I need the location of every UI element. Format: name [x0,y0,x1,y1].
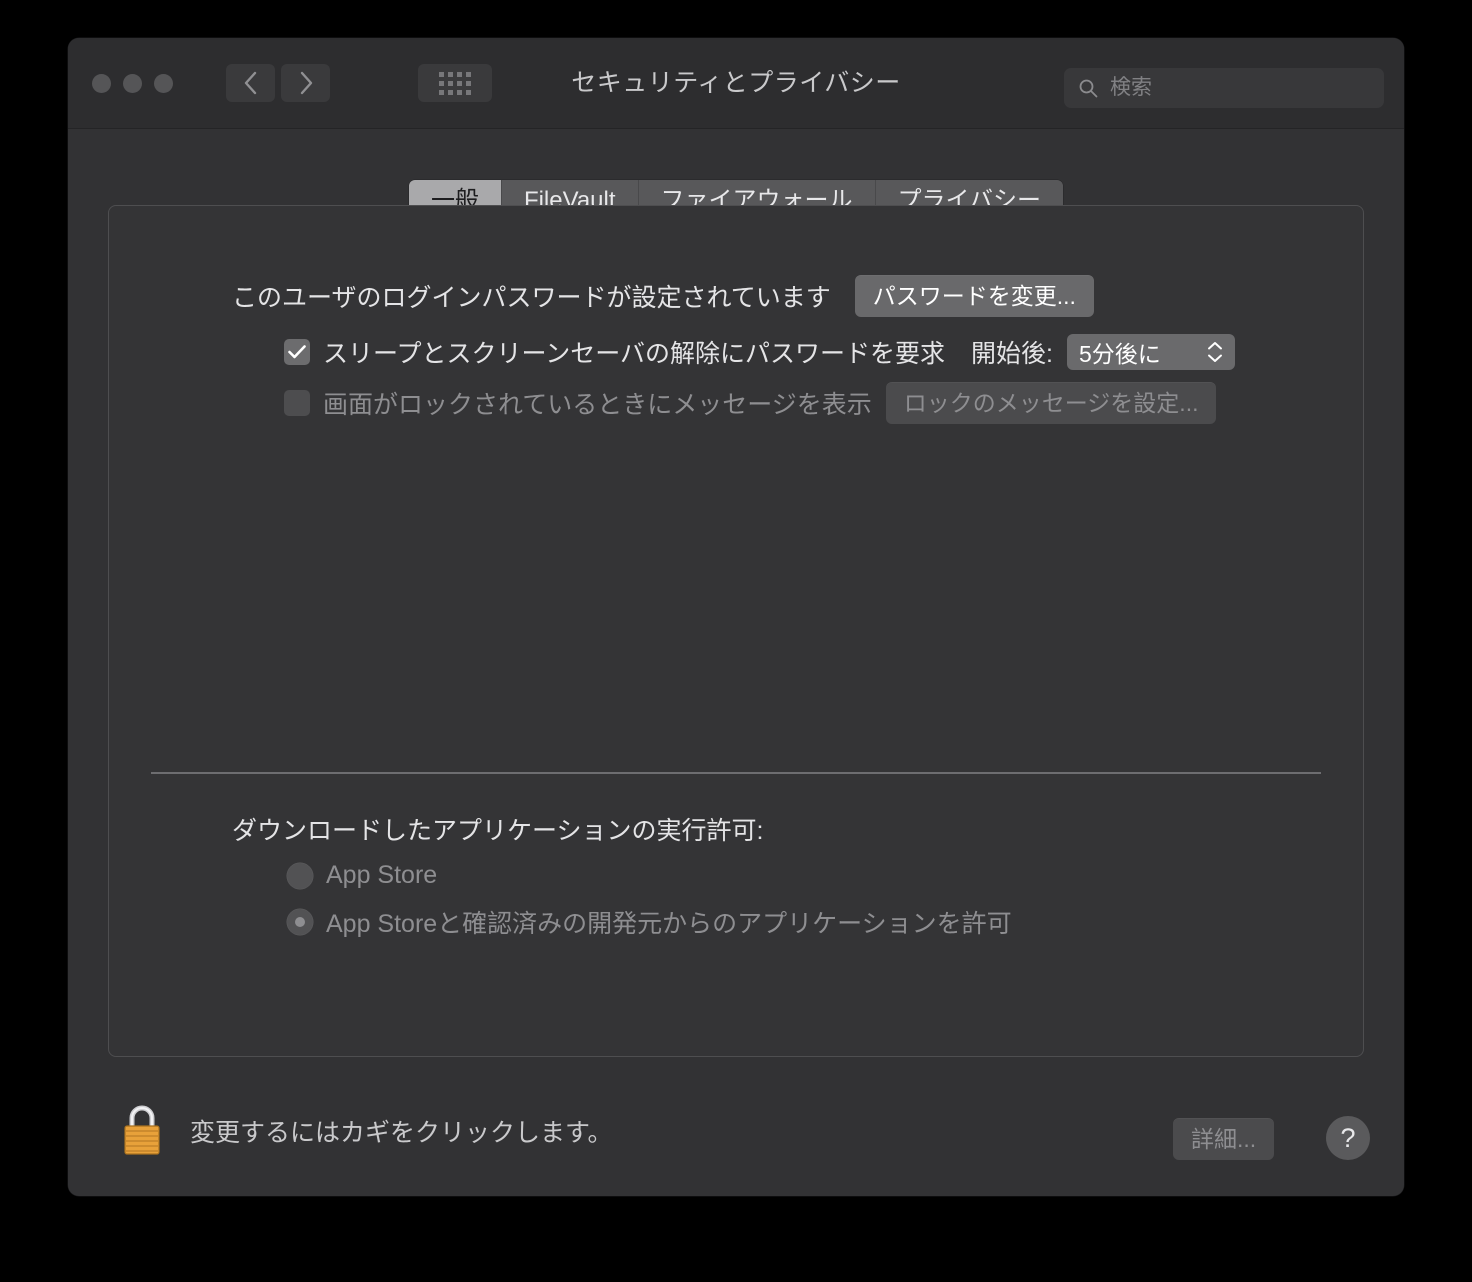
chevron-right-icon [300,71,312,95]
grid-icon [439,71,471,95]
gatekeeper-option-label: App Store [326,861,438,889]
checkmark-icon [288,345,306,359]
zoom-button[interactable] [154,74,173,93]
chevron-up-icon [1207,342,1222,350]
gatekeeper-option-appstore[interactable]: App Store [287,861,437,890]
forward-button[interactable] [281,64,330,102]
require-password-checkbox[interactable] [284,339,310,365]
gatekeeper-option-appstore-and-identified-developers[interactable]: App Storeと確認済みの開発元からのアプリケーションを許可 [287,904,1012,940]
general-tab-panel: このユーザのログインパスワードが設定されています パスワードを変更... スリー… [108,205,1364,1057]
search-field[interactable] [1064,68,1384,108]
radio-button-selected[interactable] [287,909,313,935]
delay-label: 開始後: [971,340,1053,368]
navigation-buttons [226,64,330,102]
show-all-button[interactable] [418,64,492,102]
section-divider [151,772,1321,774]
gatekeeper-heading: ダウンロードしたアプリケーションの実行許可: [232,817,764,845]
stepper-arrows-icon [1207,342,1223,363]
search-icon [1079,79,1098,98]
system-preferences-window: セキュリティとプライバシー 一般 FileVault ファイアウォール プライバ… [68,38,1404,1196]
back-button[interactable] [226,64,275,102]
advanced-button[interactable]: 詳細... [1173,1118,1275,1160]
radio-dot-icon [295,917,305,927]
help-button[interactable]: ? [1326,1116,1370,1160]
show-lock-message-checkbox[interactable] [284,390,310,416]
show-lock-message-row: 画面がロックされているときにメッセージを表示 ロックのメッセージを設定... [284,382,1217,424]
traffic-light-buttons [92,74,173,93]
set-lock-message-button[interactable]: ロックのメッセージを設定... [885,382,1217,424]
radio-button[interactable] [287,862,313,889]
lock-hint-text: 変更するにはカギをクリックします。 [190,1119,613,1147]
show-lock-message-label: 画面がロックされているときにメッセージを表示 [323,391,872,419]
minimize-button[interactable] [123,74,142,93]
window-titlebar: セキュリティとプライバシー [68,38,1404,129]
delay-popup-button[interactable]: 5分後に [1066,334,1235,370]
gatekeeper-option-label: App Storeと確認済みの開発元からのアプリケーションを許可 [326,910,1012,938]
close-button[interactable] [92,74,111,93]
chevron-left-icon [244,71,256,95]
require-password-row: スリープとスクリーンセーバの解除にパスワードを要求 開始後: 5分後に [284,334,1235,370]
chevron-down-icon [1207,354,1222,362]
login-password-row: このユーザのログインパスワードが設定されています パスワードを変更... [232,275,1094,317]
search-input[interactable] [1108,75,1352,101]
change-password-button[interactable]: パスワードを変更... [854,275,1094,317]
password-status-label: このユーザのログインパスワードが設定されています [232,284,831,312]
delay-value: 5分後に [1078,341,1161,367]
lock-closed-icon[interactable] [119,1102,165,1156]
require-password-label: スリープとスクリーンセーバの解除にパスワードを要求 [323,340,946,368]
